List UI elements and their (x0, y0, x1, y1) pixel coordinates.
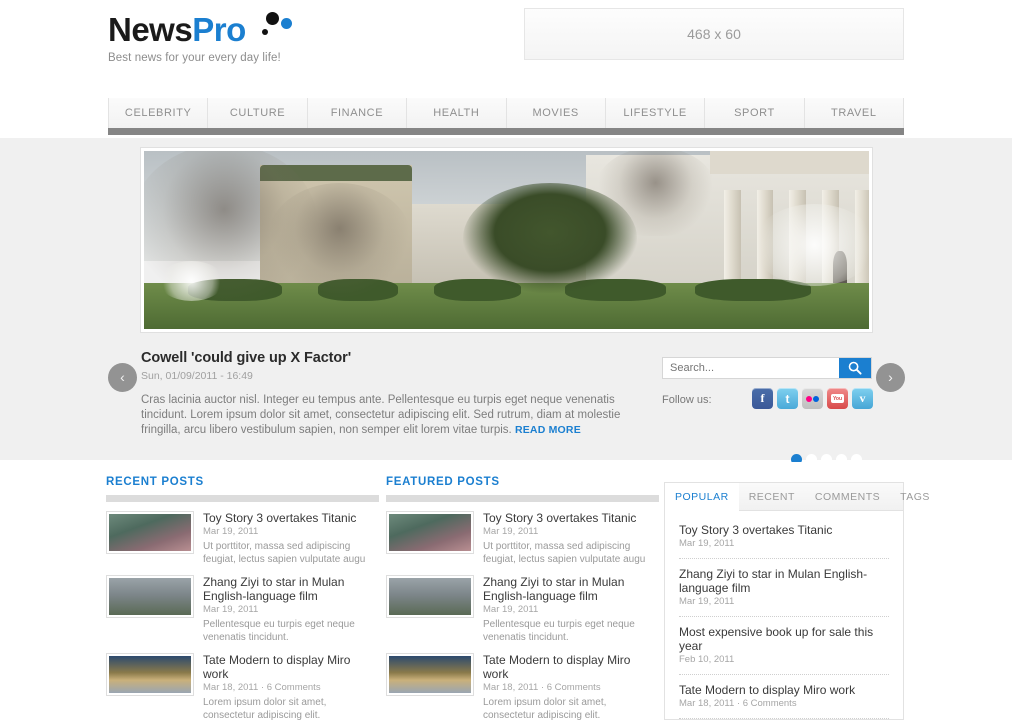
main-navigation: CELEBRITY CULTURE FINANCE HEALTH MOVIES … (108, 98, 904, 135)
read-more-link[interactable]: READ MORE (515, 424, 581, 436)
sidebar-post-title[interactable]: Toy Story 3 overtakes Titanic (679, 523, 889, 537)
youtube-label: You (831, 394, 844, 403)
post-title[interactable]: Tate Modern to display Miro work (483, 653, 659, 681)
recent-posts-column: RECENT POSTS Toy Story 3 overtakes Titan… (106, 476, 379, 720)
follow-us-label: Follow us: (662, 394, 712, 406)
featured-article: Cowell 'could give up X Factor' Sun, 01/… (141, 350, 641, 437)
featured-posts-title: FEATURED POSTS (386, 476, 500, 488)
nav-item-sport[interactable]: SPORT (705, 98, 805, 128)
list-item[interactable]: Tate Modern to display Miro work Mar 18,… (106, 653, 379, 720)
logo-secondary: Pro (192, 11, 246, 48)
nav-item-movies[interactable]: MOVIES (507, 98, 606, 128)
post-meta: Mar 19, 2011 (483, 526, 539, 537)
sidebar-tabs: POPULAR RECENT COMMENTS TAGS (665, 483, 929, 511)
tab-recent[interactable]: RECENT (739, 483, 805, 510)
featured-article-date: Sun, 01/09/2011 - 16:49 (141, 370, 253, 382)
sidebar-post-meta: Mar 18, 2011 · 6 Comments (679, 698, 797, 709)
post-meta: Mar 18, 2011 · 6 Comments (483, 682, 601, 693)
tab-popular[interactable]: POPULAR (665, 483, 739, 511)
post-excerpt: Pellentesque eu turpis eget neque venena… (203, 619, 355, 643)
post-meta: Mar 19, 2011 (203, 526, 259, 537)
featured-article-body: Cras lacinia auctor nisl. Integer eu tem… (141, 393, 641, 437)
nav-item-travel[interactable]: TRAVEL (805, 98, 903, 128)
sidebar-post-title[interactable]: Zhang Ziyi to star in Mulan English-lang… (679, 567, 889, 595)
search-button[interactable] (839, 358, 871, 378)
post-title[interactable]: Toy Story 3 overtakes Titanic (203, 511, 379, 525)
post-thumbnail[interactable] (386, 575, 474, 618)
search-input[interactable] (663, 358, 839, 378)
list-item[interactable]: Toy Story 3 overtakes Titanic Mar 19, 20… (679, 521, 889, 559)
list-item[interactable]: Toy Story 3 overtakes Titanic Mar 19, 20… (106, 511, 379, 566)
post-meta: Mar 18, 2011 · 6 Comments (203, 682, 321, 693)
tab-comments[interactable]: COMMENTS (805, 483, 890, 510)
nav-item-finance[interactable]: FINANCE (308, 98, 408, 128)
post-excerpt: Pellentesque eu turpis eget neque venena… (483, 619, 635, 643)
recent-posts-title: RECENT POSTS (106, 476, 204, 488)
featured-article-title[interactable]: Cowell 'could give up X Factor' (141, 350, 641, 366)
post-meta: Mar 19, 2011 (203, 604, 259, 615)
post-thumbnail[interactable] (106, 511, 194, 554)
post-title[interactable]: Zhang Ziyi to star in Mulan English-lang… (483, 575, 659, 603)
slider-next-arrow-icon[interactable]: › (876, 363, 905, 392)
post-excerpt: Ut porttitor, massa sed adipiscing feugi… (203, 541, 366, 565)
sidebar-post-meta: Feb 10, 2011 (679, 654, 735, 665)
sidebar-widget: POPULAR RECENT COMMENTS TAGS Toy Story 3… (664, 482, 929, 720)
slider-prev-arrow-icon[interactable]: ‹ (108, 363, 137, 392)
youtube-icon[interactable]: You (827, 388, 848, 409)
tab-tags[interactable]: TAGS (890, 483, 940, 510)
nav-item-culture[interactable]: CULTURE (208, 98, 308, 128)
flickr-icon[interactable] (802, 388, 823, 409)
social-links: f t You v (752, 388, 873, 409)
page-root: NewsPro Best news for your every day lif… (0, 0, 1012, 720)
search-icon (848, 361, 862, 375)
sidebar-post-meta: Mar 19, 2011 (679, 538, 735, 549)
list-item[interactable]: Zhang Ziyi to star in Mulan English-lang… (679, 559, 889, 617)
site-header: NewsPro Best news for your every day lif… (0, 0, 1012, 95)
site-tagline: Best news for your every day life! (108, 52, 281, 64)
facebook-icon[interactable]: f (752, 388, 773, 409)
post-thumbnail[interactable] (386, 653, 474, 696)
nav-list: CELEBRITY CULTURE FINANCE HEALTH MOVIES … (108, 98, 904, 128)
post-title[interactable]: Tate Modern to display Miro work (203, 653, 379, 681)
logo-dots-icon (260, 7, 300, 41)
post-thumbnail[interactable] (106, 653, 194, 696)
nav-underline (108, 128, 904, 135)
post-thumbnail[interactable] (386, 511, 474, 554)
logo-text: NewsPro (108, 11, 292, 48)
post-title[interactable]: Zhang Ziyi to star in Mulan English-lang… (203, 575, 379, 603)
list-item[interactable]: Most expensive book up for sale this yea… (679, 617, 889, 675)
list-item[interactable]: Zhang Ziyi to star in Mulan English-lang… (106, 575, 379, 644)
ad-banner-label: 468 x 60 (687, 26, 741, 42)
feature-section: ‹ › Cowell 'could give up X Factor' Sun,… (0, 138, 1012, 465)
post-excerpt: Lorem ipsum dolor sit amet, consectetur … (483, 697, 607, 720)
list-item[interactable]: Toy Story 3 overtakes Titanic Mar 19, 20… (386, 511, 659, 566)
search-box[interactable] (662, 357, 872, 379)
hero-slider[interactable] (140, 147, 873, 333)
sidebar-post-meta: Mar 19, 2011 (679, 596, 735, 607)
post-thumbnail[interactable] (106, 575, 194, 618)
post-meta: Mar 19, 2011 (483, 604, 539, 615)
featured-posts-divider (386, 495, 659, 502)
nav-item-celebrity[interactable]: CELEBRITY (109, 98, 209, 128)
logo-primary: News (108, 11, 193, 48)
nav-item-health[interactable]: HEALTH (407, 98, 507, 128)
sidebar-post-title[interactable]: Tate Modern to display Miro work (679, 683, 889, 697)
twitter-icon[interactable]: t (777, 388, 798, 409)
list-item[interactable]: Tate Modern to display Miro work Mar 18,… (386, 653, 659, 720)
recent-posts-divider (106, 495, 379, 502)
post-excerpt: Ut porttitor, massa sed adipiscing feugi… (483, 541, 646, 565)
ad-banner[interactable]: 468 x 60 (524, 8, 904, 60)
list-item[interactable]: Zhang Ziyi to star in Mulan English-lang… (386, 575, 659, 644)
post-excerpt: Lorem ipsum dolor sit amet, consectetur … (203, 697, 327, 720)
post-title[interactable]: Toy Story 3 overtakes Titanic (483, 511, 659, 525)
site-logo[interactable]: NewsPro Best news for your every day lif… (108, 11, 292, 64)
nav-item-lifestyle[interactable]: LIFESTYLE (606, 98, 706, 128)
hero-image (144, 151, 869, 329)
list-item[interactable]: Tate Modern to display Miro work Mar 18,… (679, 675, 889, 719)
sidebar-tab-panel: Toy Story 3 overtakes Titanic Mar 19, 20… (665, 511, 903, 719)
vimeo-icon[interactable]: v (852, 388, 873, 409)
featured-posts-column: FEATURED POSTS Toy Story 3 overtakes Tit… (386, 476, 659, 720)
sidebar-post-title[interactable]: Most expensive book up for sale this yea… (679, 625, 889, 653)
